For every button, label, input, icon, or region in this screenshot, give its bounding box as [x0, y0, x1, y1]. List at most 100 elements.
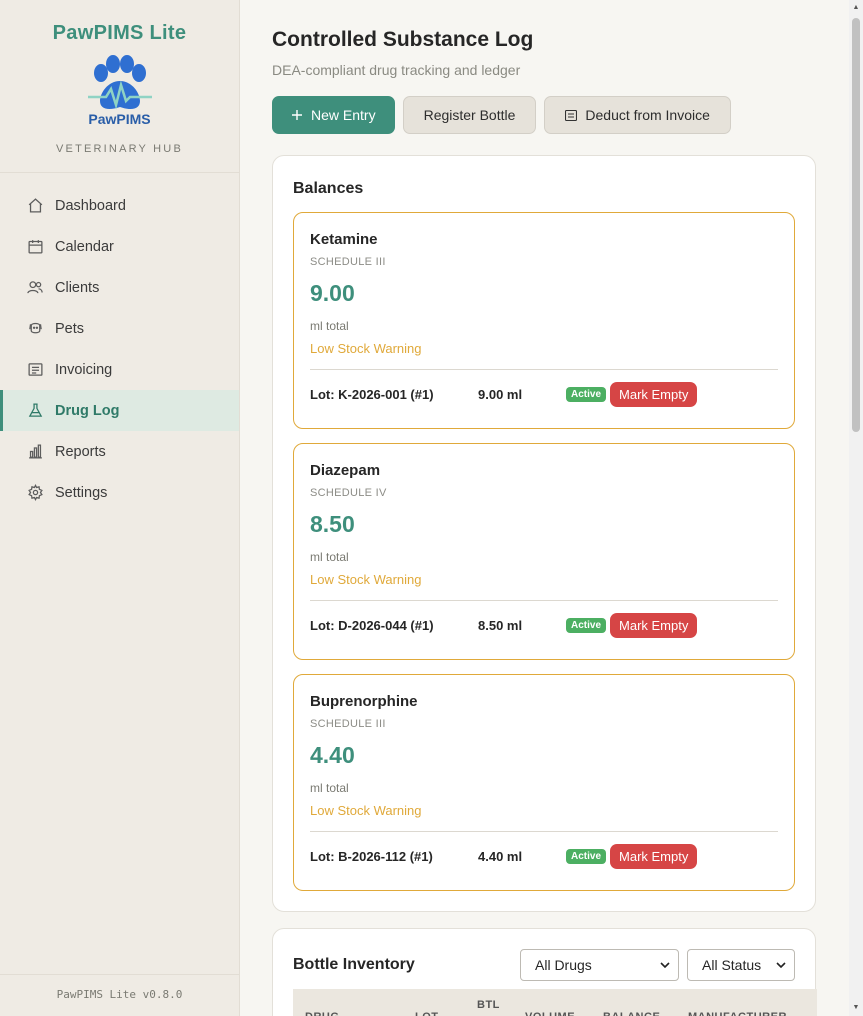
invoice-icon [565, 109, 578, 121]
lot-row: Lot: B-2026-112 (#1) 4.40 ml Active Mark… [310, 831, 778, 880]
drug-total: 8.50 [310, 511, 355, 537]
sidebar-item-label: Drug Log [55, 402, 120, 419]
plus-icon [291, 109, 303, 121]
new-entry-label: New Entry [311, 107, 376, 123]
sidebar-item-settings[interactable]: Settings [0, 472, 239, 513]
drug-balance-card: Ketamine SCHEDULE III 9.00 ml total Low … [293, 212, 795, 429]
column-header[interactable]: MANUFACTURER [688, 999, 798, 1016]
sidebar-item-clients[interactable]: Clients [0, 267, 239, 308]
register-bottle-button[interactable]: Register Bottle [402, 96, 537, 134]
status-badge: Active [566, 848, 607, 864]
register-bottle-label: Register Bottle [423, 107, 516, 123]
brand-area: PawPIMS Lite PawPIMS VETERINARY HUB [0, 0, 239, 173]
drug-total: 9.00 [310, 280, 355, 306]
paw-icon [87, 55, 152, 110]
sidebar-item-invoicing[interactable]: Invoicing [0, 349, 239, 390]
column-header[interactable]: LOT [415, 999, 477, 1016]
low-stock-warning: Low Stock Warning [310, 803, 422, 818]
page-title: Controlled Substance Log [272, 28, 534, 51]
brand-subtitle: VETERINARY HUB [56, 143, 183, 155]
inventory-title: Bottle Inventory [293, 956, 415, 973]
status-badge: Active [566, 617, 607, 633]
brand-title: PawPIMS Lite [52, 22, 187, 44]
invoice-icon [26, 361, 44, 379]
version-label: PawPIMS Lite v0.8.0 [0, 974, 239, 1016]
sidebar-item-calendar[interactable]: Calendar [0, 226, 239, 267]
sidebar-nav: Dashboard Calendar Clients Pets Invoicin… [0, 173, 239, 513]
sidebar-item-label: Calendar [55, 238, 114, 255]
sidebar-item-dashboard[interactable]: Dashboard [0, 185, 239, 226]
drug-total: 4.40 [310, 742, 355, 768]
drug-unit: ml total [310, 550, 349, 564]
lot-volume: 9.00 ml [478, 386, 523, 402]
lot-volume: 8.50 ml [478, 617, 523, 633]
drug-name: Buprenorphine [310, 693, 418, 710]
new-entry-button[interactable]: New Entry [272, 96, 395, 134]
lot-code: Lot: K-2026-001 (#1) [310, 386, 434, 402]
logo-text: PawPIMS [88, 111, 151, 127]
bar-chart-icon [26, 443, 44, 461]
mark-empty-button[interactable]: Mark Empty [610, 843, 698, 869]
drug-schedule: SCHEDULE III [310, 256, 386, 268]
sidebar-item-reports[interactable]: Reports [0, 431, 239, 472]
sidebar-item-label: Clients [55, 279, 100, 296]
inventory-table-header: DRUG LOT BTL VOLUME BALANCE MANUFACTURER [293, 989, 817, 1016]
balances-card: Balances Ketamine SCHEDULE III 9.00 ml t… [272, 155, 816, 912]
sidebar-item-pets[interactable]: Pets [0, 308, 239, 349]
lot-volume: 4.40 ml [478, 848, 523, 864]
deduct-from-invoice-label: Deduct from Invoice [585, 107, 710, 123]
main-content: Controlled Substance Log DEA-compliant d… [240, 0, 849, 1016]
balances-title: Balances [293, 180, 364, 197]
toolbar: New Entry Register Bottle Deduct from In… [272, 96, 849, 134]
sidebar-item-label: Invoicing [55, 361, 113, 378]
calendar-icon [26, 238, 44, 256]
chevron-down-icon [660, 962, 670, 968]
deduct-from-invoice-button[interactable]: Deduct from Invoice [544, 96, 731, 134]
mark-empty-button[interactable]: Mark Empty [610, 612, 698, 638]
lot-code: Lot: D-2026-044 (#1) [310, 617, 434, 633]
low-stock-warning: Low Stock Warning [310, 341, 422, 356]
sidebar-item-label: Dashboard [55, 197, 126, 214]
mark-empty-button[interactable]: Mark Empty [610, 381, 698, 407]
gear-icon [26, 484, 44, 502]
status-filter-value: All Status [702, 957, 762, 973]
drug-schedule: SCHEDULE III [310, 718, 386, 730]
status-filter-select[interactable]: All Status [687, 949, 795, 981]
status-badge: Active [566, 386, 607, 402]
chevron-down-icon [776, 962, 786, 968]
sidebar-item-drug-log[interactable]: Drug Log [0, 390, 239, 431]
sidebar-item-label: Pets [55, 320, 85, 337]
scrollbar-thumb[interactable] [852, 18, 860, 432]
paw-logo: PawPIMS [80, 55, 160, 137]
drug-unit: ml total [310, 319, 349, 333]
drug-name: Diazepam [310, 462, 381, 479]
users-icon [26, 279, 44, 297]
scroll-down-arrow-icon[interactable]: ▼ [852, 1004, 860, 1012]
flask-icon [26, 402, 44, 420]
column-header[interactable]: BTL [477, 999, 525, 1016]
drug-balance-card: Buprenorphine SCHEDULE III 4.40 ml total… [293, 674, 795, 891]
drug-filter-select[interactable]: All Drugs [520, 949, 679, 981]
sidebar-item-label: Reports [55, 443, 106, 460]
bottle-inventory-card: Bottle Inventory All Drugs All Status DR… [272, 928, 817, 1016]
column-header[interactable]: BALANCE [603, 999, 688, 1016]
drug-schedule: SCHEDULE IV [310, 487, 387, 499]
inventory-header: Bottle Inventory All Drugs All Status [293, 949, 795, 981]
drug-name: Ketamine [310, 231, 378, 248]
drug-filter-value: All Drugs [535, 957, 592, 973]
page-subtitle: DEA-compliant drug tracking and ledger [272, 62, 521, 78]
column-header[interactable]: VOLUME [525, 999, 603, 1016]
lot-row: Lot: D-2026-044 (#1) 8.50 ml Active Mark… [310, 600, 778, 649]
home-icon [26, 197, 44, 215]
scroll-up-arrow-icon[interactable]: ▲ [852, 4, 860, 12]
drug-unit: ml total [310, 781, 349, 795]
column-header[interactable]: DRUG [293, 999, 415, 1016]
vertical-scrollbar[interactable]: ▲ ▼ [849, 0, 863, 1016]
lot-code: Lot: B-2026-112 (#1) [310, 848, 433, 864]
low-stock-warning: Low Stock Warning [310, 572, 422, 587]
sidebar-item-label: Settings [55, 484, 108, 501]
drug-balance-card: Diazepam SCHEDULE IV 8.50 ml total Low S… [293, 443, 795, 660]
sidebar: PawPIMS Lite PawPIMS VETERINARY HUB Dash… [0, 0, 240, 1016]
lot-row: Lot: K-2026-001 (#1) 9.00 ml Active Mark… [310, 369, 778, 418]
pet-icon [26, 320, 44, 338]
